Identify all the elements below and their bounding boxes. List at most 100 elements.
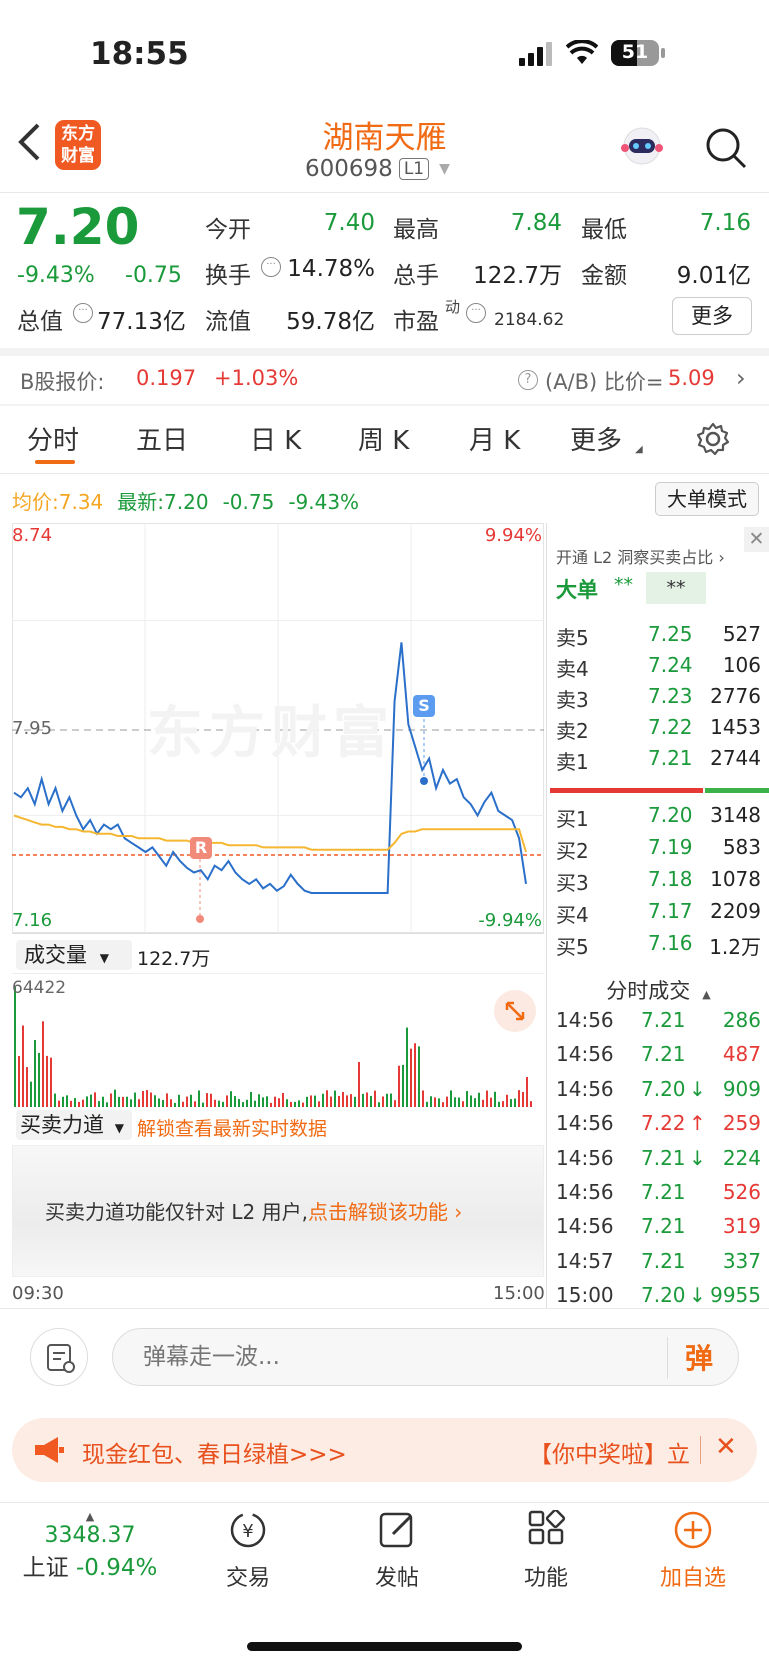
high-value: 7.84 xyxy=(510,210,562,236)
tab-weekly-k[interactable]: 周 K xyxy=(358,420,409,457)
intraday-chart[interactable]: 8.74 9.94% 7.95 7.16 -9.94% 东方财富 R S xyxy=(12,523,544,933)
volume-bar xyxy=(326,1090,328,1107)
marker-s-dot xyxy=(420,777,428,785)
trades-header[interactable]: 分时成交 ▲ xyxy=(556,975,761,1005)
trade-price: 7.21 xyxy=(641,1214,686,1239)
power-unlock-button[interactable]: 点击解锁该功能 xyxy=(308,1200,448,1224)
close-icon[interactable]: ✕ xyxy=(715,1432,737,1462)
volume-bar xyxy=(230,1091,232,1107)
low-value: 7.16 xyxy=(699,210,751,236)
index-ticker[interactable]: ▲ 3348.37 上证 -0.94% xyxy=(10,1510,170,1582)
stock-code-row[interactable]: 600698 L1 ▼ xyxy=(305,156,450,182)
nav-function[interactable]: 功能 xyxy=(476,1508,616,1592)
volume-bar xyxy=(122,1096,124,1107)
volume-bar xyxy=(94,1092,96,1107)
volume-selector[interactable]: 成交量 ▼ xyxy=(16,940,132,970)
settings-gear-icon[interactable] xyxy=(696,422,730,460)
l2-link-text: 开通 L2 洞察买卖占比 xyxy=(556,548,714,567)
trade-vol: 319 xyxy=(722,1214,761,1239)
trade-time: 14:56 xyxy=(556,1145,614,1170)
y-top-label: 8.74 xyxy=(12,525,53,546)
nav-function-label: 功能 xyxy=(523,1566,568,1591)
trade-time: 14:56 xyxy=(556,1111,614,1136)
close-icon[interactable]: ✕ xyxy=(744,527,769,552)
tab-daily-k[interactable]: 日 K xyxy=(250,420,301,457)
volume-bar xyxy=(118,1096,120,1107)
marker-s[interactable]: S xyxy=(413,695,435,717)
info-dots-icon[interactable]: ··· xyxy=(261,257,281,277)
volume-bar xyxy=(242,1102,244,1107)
volume-bar xyxy=(98,1101,100,1107)
volume-bar xyxy=(134,1092,136,1107)
danmaku-input-box[interactable]: 弹 xyxy=(112,1328,739,1386)
bshare-row[interactable]: B股报价: 0.197 +1.03% ? (A/B) 比价= 5.09 › xyxy=(0,356,769,404)
big-order-value2: ** xyxy=(646,572,706,604)
bid-row: 买3 7.18 1078 xyxy=(556,867,761,899)
tab-more[interactable]: 更多 xyxy=(570,420,622,457)
big-order-value1: ** xyxy=(614,574,633,596)
trade-row: 14:56 7.21 286 xyxy=(556,1008,761,1042)
volume-bar xyxy=(254,1100,256,1107)
tab-monthly-k[interactable]: 月 K xyxy=(469,420,520,457)
nav-post[interactable]: 发帖 xyxy=(327,1510,467,1592)
volume-bar xyxy=(518,1090,520,1107)
info-dots-icon[interactable]: ··· xyxy=(466,303,486,323)
trade-row: 15:00 7.20 ↓ 9955 xyxy=(556,1283,761,1317)
bid-price: 7.19 xyxy=(648,835,693,859)
tab-intraday[interactable]: 分时 xyxy=(27,420,79,457)
help-icon[interactable]: ? xyxy=(518,370,538,390)
y-top-pct: 9.94% xyxy=(484,525,542,546)
volume-bar xyxy=(486,1090,488,1107)
nav-trade[interactable]: ¥ 交易 xyxy=(178,1510,318,1592)
send-danmaku-button[interactable]: 弹 xyxy=(685,1337,713,1377)
more-button[interactable]: 更多 xyxy=(672,297,752,335)
nav-add-watchlist[interactable]: 加自选 xyxy=(623,1510,763,1592)
volume-bar xyxy=(202,1102,204,1107)
expand-icon[interactable] xyxy=(494,990,536,1032)
volume-total: 122.7万 xyxy=(137,948,211,970)
stock-code: 600698 xyxy=(305,156,393,182)
danmaku-input[interactable] xyxy=(143,1341,613,1373)
trade-vol: 259 xyxy=(722,1111,761,1136)
volume-bar xyxy=(18,1055,20,1107)
volume-bar xyxy=(294,1101,296,1107)
chevron-right-icon: › xyxy=(736,364,746,392)
promo-right-text: 【你中奖啦】立 xyxy=(529,1442,690,1468)
trade-time: 15:00 xyxy=(556,1283,614,1308)
trade-vol: 337 xyxy=(722,1248,761,1273)
power-unlock-link[interactable]: 解锁查看最新实时数据 xyxy=(137,1114,327,1141)
power-note-text: 买卖力道功能仅针对 L2 用户, xyxy=(45,1200,308,1224)
volume-bar xyxy=(314,1095,316,1107)
section-divider xyxy=(0,348,769,356)
marker-r[interactable]: R xyxy=(190,837,212,859)
volume-bar xyxy=(258,1094,260,1107)
latest-change-pct: -9.43% xyxy=(288,490,360,514)
big-order-mode-button[interactable]: 大单模式 xyxy=(655,482,759,516)
trade-row: 14:56 7.21 ↓ 224 xyxy=(556,1146,761,1180)
volume-bar xyxy=(74,1098,76,1107)
battery-level: 51 xyxy=(621,41,649,63)
volume-bar xyxy=(390,1093,392,1107)
l2-link[interactable]: 开通 L2 洞察买卖占比 › xyxy=(556,544,725,568)
comment-list-icon[interactable] xyxy=(30,1328,88,1386)
volume-bar xyxy=(310,1095,312,1107)
ask-row: 卖4 7.24 106 xyxy=(556,653,761,685)
volume-bar xyxy=(214,1099,216,1107)
float-label: 流值 xyxy=(205,309,251,335)
volume-bar xyxy=(270,1102,272,1107)
input-divider xyxy=(667,1337,668,1379)
volume-bar xyxy=(426,1101,428,1107)
volume-bar xyxy=(466,1091,468,1107)
bid-label: 买4 xyxy=(556,903,589,927)
info-dots-icon[interactable]: ··· xyxy=(73,303,93,323)
search-icon[interactable] xyxy=(704,126,748,174)
chart-info-row: 均价:7.34 最新:7.20 -0.75 -9.43% xyxy=(12,486,359,515)
trade-vol: 224 xyxy=(722,1145,761,1170)
robot-assistant-icon[interactable] xyxy=(619,124,665,170)
promo-banner[interactable]: 现金红包、春日绿植>>> 【你中奖啦】立 ✕ xyxy=(12,1418,757,1482)
tab-five-day[interactable]: 五日 xyxy=(136,420,188,457)
volume-bar xyxy=(226,1095,228,1107)
volume-bar xyxy=(102,1096,104,1107)
power-selector[interactable]: 买卖力道 ▼ xyxy=(16,1110,132,1140)
turnover-label: 换手 xyxy=(205,263,251,289)
